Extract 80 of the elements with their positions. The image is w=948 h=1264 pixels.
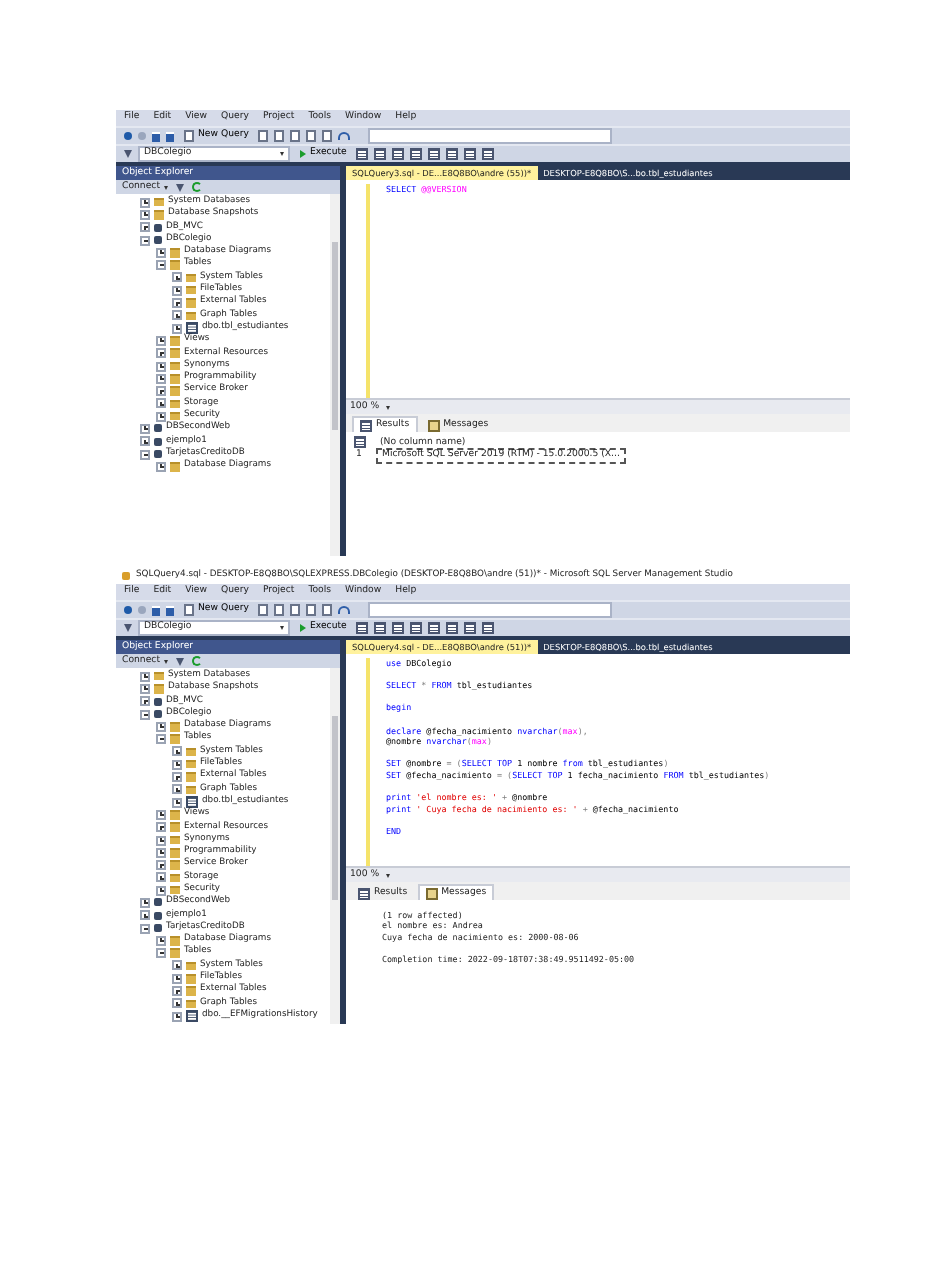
expand-toggle[interactable] [172, 746, 182, 757]
expand-toggle[interactable] [172, 986, 182, 997]
expand-toggle[interactable] [156, 860, 166, 871]
expand-toggle[interactable] [156, 885, 166, 896]
collapse-toggle[interactable] [156, 260, 166, 271]
expand-toggle[interactable] [172, 784, 182, 795]
expand-toggle[interactable] [140, 423, 150, 434]
undo-icon [338, 132, 351, 140]
expand-toggle[interactable] [156, 721, 166, 732]
scrollbar[interactable] [330, 194, 340, 556]
expand-toggle[interactable] [156, 461, 166, 472]
app-icon [122, 572, 130, 580]
expand-toggle[interactable] [156, 935, 166, 946]
refresh-icon [192, 656, 202, 666]
caret-icon [164, 185, 168, 189]
expand-toggle[interactable] [156, 386, 166, 397]
expand-toggle[interactable] [140, 222, 150, 233]
expand-toggle[interactable] [172, 797, 182, 808]
expand-toggle[interactable] [140, 897, 150, 908]
folder-icon [170, 462, 180, 472]
expand-toggle[interactable] [156, 247, 166, 258]
filter-icon [176, 183, 184, 191]
caret-icon [164, 659, 168, 663]
filter-icon [176, 657, 184, 665]
expand-toggle[interactable] [140, 696, 150, 707]
expand-toggle[interactable] [172, 272, 182, 283]
expand-toggle[interactable] [140, 683, 150, 694]
caret-icon [280, 626, 284, 630]
expand-toggle[interactable] [156, 822, 166, 833]
collapse-toggle[interactable] [140, 709, 150, 720]
collapse-toggle[interactable] [140, 235, 150, 246]
caret-icon [385, 405, 390, 409]
refresh-icon [192, 182, 202, 192]
expand-toggle[interactable] [172, 973, 182, 984]
document-icon [184, 604, 194, 616]
expand-toggle[interactable] [172, 998, 182, 1009]
forward-icon [138, 606, 146, 614]
play-icon [300, 624, 306, 632]
back-icon [124, 132, 132, 140]
expand-toggle[interactable] [172, 1011, 182, 1022]
expand-toggle[interactable] [156, 835, 166, 845]
expand-toggle[interactable] [140, 197, 150, 208]
expand-toggle[interactable] [140, 436, 150, 447]
undo-icon [338, 606, 351, 614]
expand-toggle[interactable] [172, 759, 182, 770]
expand-toggle[interactable] [172, 310, 182, 321]
expand-toggle[interactable] [156, 847, 166, 858]
table-icon [186, 796, 198, 809]
search-field[interactable] [368, 602, 613, 618]
collapse-toggle[interactable] [140, 449, 150, 460]
message-icon [427, 419, 440, 431]
expand-toggle[interactable] [172, 960, 182, 971]
play-icon [300, 150, 306, 158]
expand-toggle[interactable] [156, 348, 166, 359]
expand-toggle[interactable] [172, 772, 182, 783]
search-field[interactable] [368, 128, 613, 144]
collapse-toggle[interactable] [156, 948, 166, 959]
table-icon [186, 322, 198, 335]
back-icon [124, 606, 132, 614]
expand-toggle[interactable] [156, 373, 166, 384]
message-icon [425, 887, 438, 899]
expand-toggle[interactable] [156, 872, 166, 883]
expand-toggle[interactable] [156, 809, 166, 820]
expand-toggle[interactable] [140, 209, 150, 220]
expand-toggle[interactable] [156, 411, 166, 422]
expand-toggle[interactable] [140, 910, 150, 921]
document-icon [184, 130, 194, 142]
expand-toggle[interactable] [172, 298, 182, 309]
caret-icon [280, 152, 284, 156]
expand-toggle[interactable] [172, 323, 182, 334]
expand-toggle[interactable] [172, 285, 182, 296]
expand-toggle[interactable] [140, 671, 150, 682]
expand-toggle[interactable] [156, 335, 166, 346]
caret-icon [385, 873, 390, 877]
scrollbar[interactable] [330, 668, 340, 1024]
expand-toggle[interactable] [156, 361, 166, 371]
collapse-toggle[interactable] [140, 923, 150, 934]
forward-icon [138, 132, 146, 140]
collapse-toggle[interactable] [156, 734, 166, 745]
expand-toggle[interactable] [156, 398, 166, 409]
